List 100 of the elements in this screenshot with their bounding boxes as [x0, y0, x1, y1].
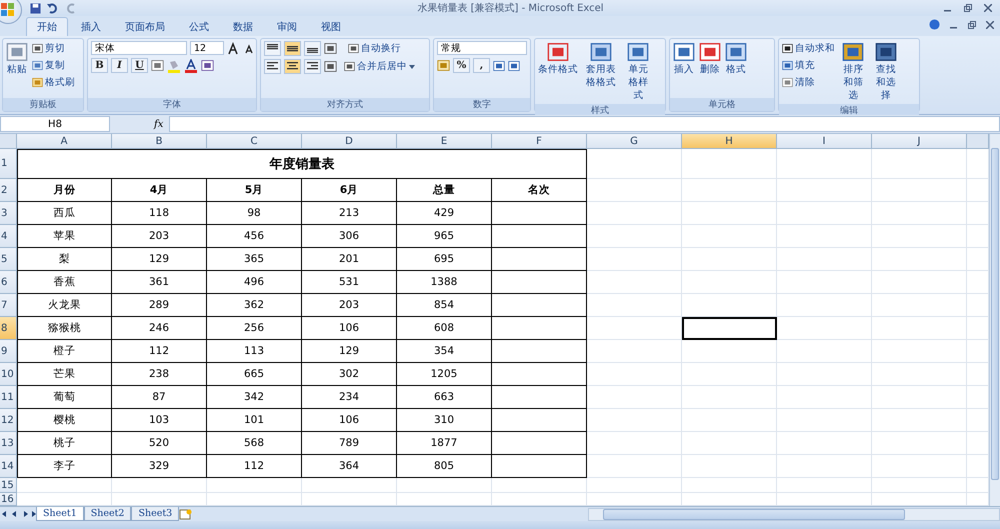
- group-label: 剪贴板: [3, 98, 83, 111]
- horizontal-align-button[interactable]: [304, 59, 321, 74]
- font-style-button[interactable]: I: [111, 58, 128, 73]
- row-header[interactable]: 8: [0, 317, 17, 340]
- ribbon-button[interactable]: 格式: [725, 41, 747, 76]
- table-cell: 129: [112, 248, 207, 271]
- horizontal-align-button[interactable]: [264, 59, 281, 74]
- column-header[interactable]: B: [112, 134, 207, 149]
- undo-icon[interactable]: [47, 2, 59, 14]
- ribbon-button[interactable]: 条件格式: [538, 41, 578, 76]
- ribbon-tab[interactable]: 公式: [178, 17, 220, 36]
- restore-icon[interactable]: [964, 4, 972, 12]
- wrap-text-button[interactable]: 自动换行: [348, 42, 401, 56]
- column-header[interactable]: G: [587, 134, 682, 149]
- sheet-tab[interactable]: Sheet2: [84, 507, 132, 521]
- row-header[interactable]: 3: [0, 202, 17, 225]
- column-header[interactable]: D: [302, 134, 397, 149]
- row-header[interactable]: 4: [0, 225, 17, 248]
- row-header[interactable]: 14: [0, 455, 17, 478]
- clipboard-action[interactable]: 复制: [32, 58, 75, 72]
- font-name-field[interactable]: 宋体: [91, 41, 187, 55]
- ribbon-tab[interactable]: 视图: [310, 17, 352, 36]
- row-header[interactable]: 2: [0, 179, 17, 202]
- font-size-field[interactable]: 12: [190, 41, 224, 55]
- table-cell: 213: [302, 202, 397, 225]
- clipboard-action[interactable]: 剪切: [32, 41, 75, 55]
- ribbon-button[interactable]: 插入: [673, 41, 695, 76]
- name-box[interactable]: H8: [0, 116, 110, 132]
- vertical-align-button[interactable]: [304, 41, 321, 56]
- editing-action[interactable]: 清除: [782, 75, 835, 89]
- ribbon-button[interactable]: 套用表格格式: [582, 41, 620, 89]
- row-header[interactable]: 9: [0, 340, 17, 363]
- insert-function-button[interactable]: fx: [154, 118, 164, 130]
- ribbon-tab[interactable]: 开始: [26, 17, 68, 36]
- ribbon-button[interactable]: 查找和选择: [872, 41, 900, 102]
- sheet-nav-icon[interactable]: [0, 510, 36, 518]
- ribbon-button[interactable]: 删除: [699, 41, 721, 76]
- close-icon[interactable]: [986, 20, 994, 28]
- table-cell: 456: [207, 225, 302, 248]
- ribbon-button[interactable]: 排序和筛选: [839, 41, 868, 102]
- row-header[interactable]: 15: [0, 478, 17, 493]
- close-icon[interactable]: [984, 4, 992, 12]
- table-cell: 118: [112, 202, 207, 225]
- percent-button[interactable]: %: [453, 58, 470, 73]
- merge-center-button[interactable]: 合并后居中: [344, 60, 415, 74]
- row-header[interactable]: 5: [0, 248, 17, 271]
- table-cell: 234: [302, 386, 397, 409]
- editing-action[interactable]: 自动求和: [782, 41, 835, 55]
- sheet-tab[interactable]: Sheet3: [131, 507, 180, 521]
- table-cell: 663: [397, 386, 492, 409]
- column-header[interactable]: E: [397, 134, 492, 149]
- formula-input[interactable]: [169, 116, 1000, 132]
- horizontal-scrollbar[interactable]: [588, 508, 1000, 520]
- column-header[interactable]: I: [777, 134, 872, 149]
- column-header[interactable]: A: [17, 134, 112, 149]
- column-header[interactable]: J: [872, 134, 967, 149]
- font-color-icon[interactable]: [184, 58, 198, 72]
- ribbon-tab[interactable]: 数据: [222, 17, 264, 36]
- column-heading: 月份: [17, 179, 112, 202]
- ribbon-tab[interactable]: 审阅: [266, 17, 308, 36]
- help-icon[interactable]: [929, 19, 940, 30]
- table-cell: 梨: [17, 248, 112, 271]
- row-header[interactable]: 7: [0, 294, 17, 317]
- row-header[interactable]: 6: [0, 271, 17, 294]
- table-cell: 496: [207, 271, 302, 294]
- vertical-scrollbar[interactable]: [989, 134, 1000, 506]
- table-cell: 361: [112, 271, 207, 294]
- save-icon[interactable]: [30, 2, 41, 14]
- row-header[interactable]: 12: [0, 409, 17, 432]
- table-cell: 789: [302, 432, 397, 455]
- font-style-button[interactable]: U: [131, 58, 148, 73]
- table-cell: 106: [302, 317, 397, 340]
- row-header[interactable]: 10: [0, 363, 17, 386]
- horizontal-align-button[interactable]: [284, 59, 301, 74]
- paste-button[interactable]: 粘贴: [6, 41, 28, 76]
- font-style-button[interactable]: B: [91, 58, 108, 73]
- sheet-tab[interactable]: Sheet1: [36, 507, 84, 521]
- row-header[interactable]: 13: [0, 432, 17, 455]
- comma-button[interactable]: ,: [473, 58, 490, 73]
- column-header[interactable]: C: [207, 134, 302, 149]
- ribbon-button[interactable]: 单元格样式: [624, 41, 652, 102]
- number-format-field[interactable]: 常规: [437, 41, 527, 55]
- fill-color-icon[interactable]: [167, 58, 181, 72]
- clipboard-action[interactable]: 格式刷: [32, 75, 75, 89]
- row-header[interactable]: 11: [0, 386, 17, 409]
- column-heading: 6月: [302, 179, 397, 202]
- column-header[interactable]: F: [492, 134, 587, 149]
- restore-icon[interactable]: [968, 20, 976, 28]
- editing-action[interactable]: 填充: [782, 58, 835, 72]
- row-header[interactable]: 16: [0, 493, 17, 506]
- vertical-align-button[interactable]: [264, 41, 281, 56]
- table-icon: [547, 41, 569, 63]
- new-sheet-icon[interactable]: [179, 508, 194, 520]
- ribbon-tab[interactable]: 页面布局: [114, 17, 176, 36]
- column-header[interactable]: H: [682, 134, 777, 149]
- ribbon-tab[interactable]: 插入: [70, 17, 112, 36]
- table-cell: 531: [302, 271, 397, 294]
- vertical-align-button[interactable]: [284, 41, 301, 56]
- row-header[interactable]: 1: [0, 149, 17, 179]
- table-cell: 樱桃: [17, 409, 112, 432]
